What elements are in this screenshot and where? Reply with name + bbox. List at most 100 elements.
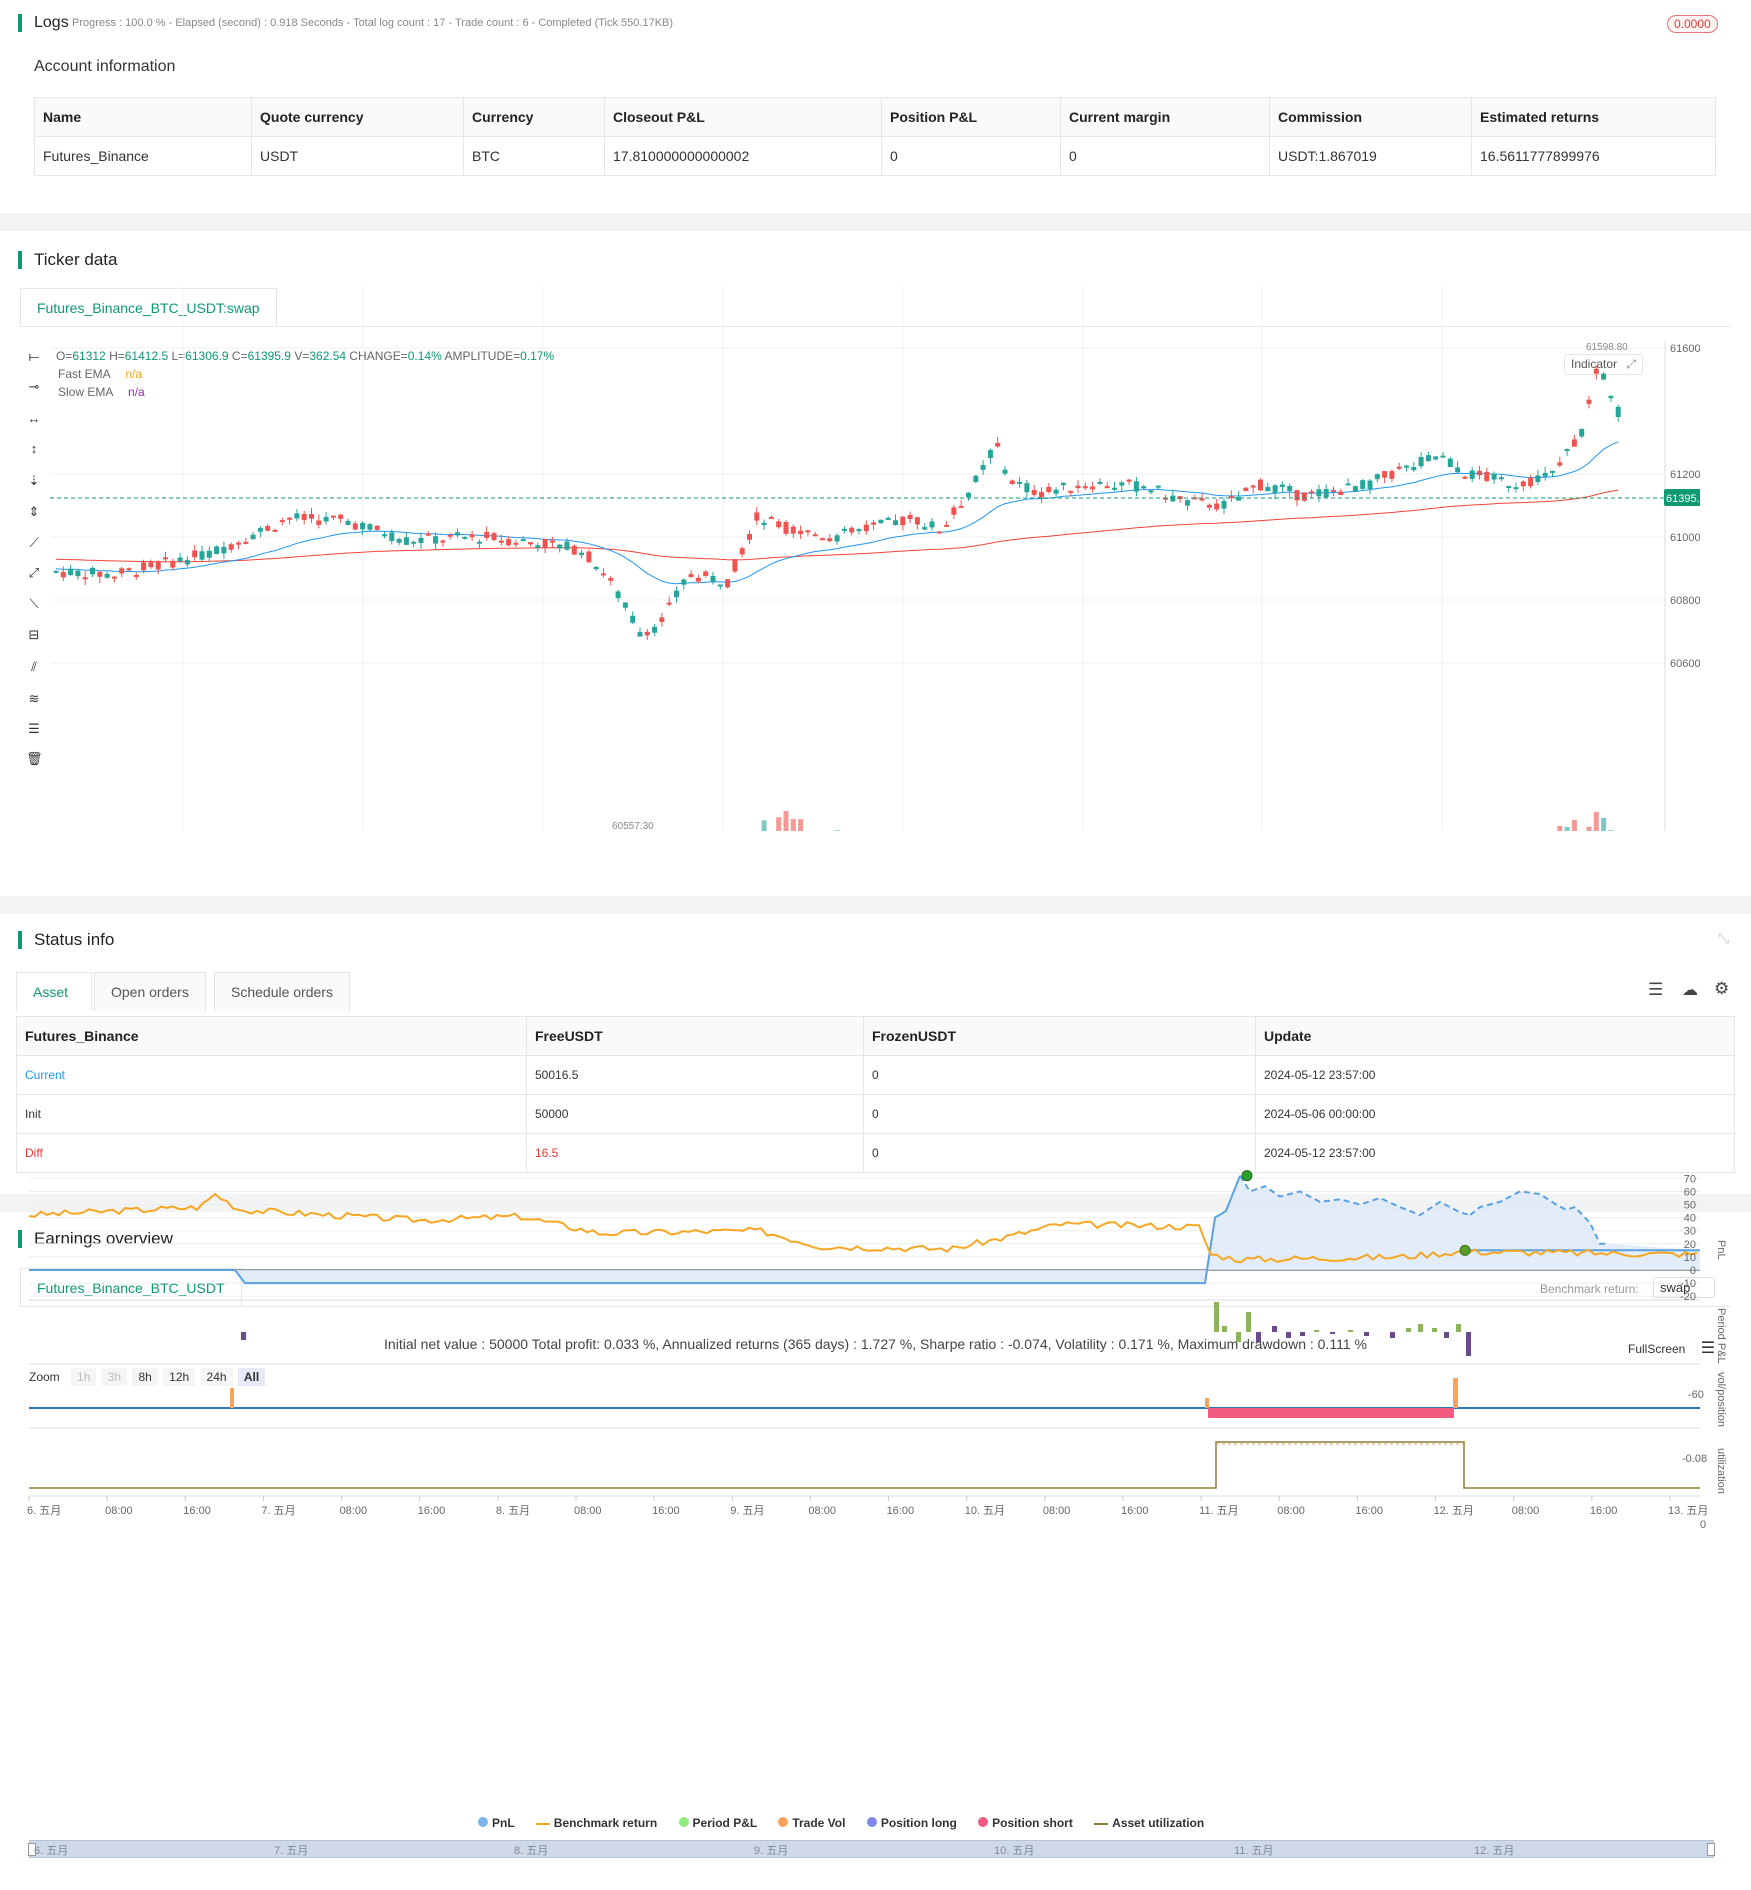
status-section: Status info ⤡ Asset Open orders Schedule… — [0, 914, 1751, 1194]
candle-body — [126, 568, 132, 571]
low-marker: 60557.30 — [612, 821, 654, 831]
candle-body — [987, 450, 993, 459]
x-tick-label: 08:00 — [1277, 1505, 1305, 1517]
candle-body — [1447, 458, 1453, 468]
legend-item-util[interactable]: Asset utilization — [1094, 1816, 1204, 1830]
candle-body — [513, 542, 519, 545]
navigator-tick-label: 6. 五月 — [34, 1845, 69, 1857]
candle-body — [1557, 462, 1563, 466]
chart-grid — [50, 286, 1665, 831]
period-pnl-bar — [1348, 1330, 1353, 1332]
candle-body — [148, 562, 154, 568]
x-tick-label: 12. 五月 — [1434, 1505, 1474, 1517]
candle-body — [1367, 480, 1373, 490]
candle-body — [725, 579, 731, 588]
axis-title-period: Period P&L — [1715, 1308, 1727, 1364]
candle-body — [688, 574, 694, 578]
candle-body — [228, 544, 234, 550]
candle-body — [97, 571, 103, 577]
candle-body — [294, 513, 300, 519]
candle-body — [1433, 456, 1439, 460]
legend-item-pnl[interactable]: PnL — [478, 1816, 514, 1830]
candle-body — [1440, 455, 1446, 458]
asset-table: Futures_Binance FreeUSDT FrozenUSDT Upda… — [16, 1016, 1735, 1173]
table-row: Init 50000 0 2024-05-06 00:00:00 — [16, 1094, 1735, 1134]
period-pnl-bar — [1456, 1324, 1461, 1332]
price-tick-label: 60800.00 — [1670, 595, 1700, 607]
candle-body — [863, 524, 869, 532]
cloud-download-icon[interactable]: ☁ — [1682, 980, 1698, 1000]
candle-body — [601, 573, 606, 576]
navigator-tick-label: 11. 五月 — [1234, 1845, 1274, 1857]
candle-body — [1608, 395, 1614, 399]
price-tick-label: 61000.00 — [1670, 532, 1700, 544]
legend-line-icon — [1094, 1822, 1109, 1825]
navigator-tick-label: 7. 五月 — [274, 1845, 309, 1857]
candle-body — [396, 538, 402, 543]
candle-body — [973, 475, 979, 482]
candle-body — [1535, 475, 1541, 483]
volume-bar — [1571, 819, 1577, 831]
candle-body — [776, 521, 782, 528]
legend-label: Trade Vol — [792, 1816, 846, 1830]
tab-open-orders[interactable]: Open orders — [94, 972, 206, 1011]
legend-item-short[interactable]: Position short — [978, 1816, 1073, 1830]
max-pnl-marker — [1241, 1170, 1253, 1182]
candle-body — [1477, 470, 1482, 476]
candle-body — [1265, 487, 1271, 492]
legend-item-long[interactable]: Position long — [866, 1816, 957, 1830]
candle-body — [1323, 489, 1329, 498]
x-tick-label: 16:00 — [418, 1505, 446, 1517]
candle-body — [1484, 471, 1490, 481]
candle-body — [659, 617, 665, 622]
table-cell: 0 — [863, 1094, 1256, 1134]
candle-body — [907, 514, 913, 520]
candle-body — [141, 562, 147, 571]
pnl-tick-label: 10 — [1684, 1252, 1696, 1264]
settings-icon[interactable]: ⚙ — [1714, 979, 1729, 999]
earnings-section: Earnings overview Futures_Binance_BTC_US… — [0, 1170, 1751, 1890]
candle-body — [586, 551, 592, 563]
candle-body — [827, 538, 833, 542]
logs-badge[interactable]: 0.0000 — [1667, 15, 1718, 33]
candle-body — [1053, 489, 1059, 494]
earnings-chart[interactable]: 706050403020100-10-20 6. 五月 08:00 16:00 7. … — [0, 1166, 1751, 1644]
account-header: Position P&L — [881, 97, 1061, 137]
candlestick-chart[interactable]: 61600.00 61200.00 61000.00 60800.00 60600.00… — [0, 231, 1700, 831]
tab-schedule-orders[interactable]: Schedule orders — [214, 972, 350, 1011]
legend-item-benchmark[interactable]: Benchmark return — [535, 1816, 657, 1830]
candle-body — [199, 551, 205, 560]
candle-body — [1593, 368, 1599, 374]
candle-body — [1579, 428, 1585, 437]
asset-header: Futures_Binance — [16, 1016, 527, 1056]
candle-body — [440, 540, 446, 543]
candle-body — [301, 514, 307, 520]
candle-body — [170, 560, 176, 568]
candle-body — [666, 602, 672, 605]
tab-asset[interactable]: Asset — [16, 972, 92, 1011]
candle-body — [681, 579, 687, 585]
list-icon[interactable]: ☰ — [1648, 980, 1663, 1000]
legend-label: Position short — [992, 1816, 1073, 1830]
candle-body — [309, 514, 314, 519]
legend-label: Period P&L — [692, 1816, 757, 1830]
candle-body — [1345, 483, 1351, 486]
candle-body — [798, 530, 804, 535]
navigator-scrollbar[interactable]: 6. 五月 7. 五月 8. 五月 9. 五月 10. 五月 11. 五月 12. 五月 — [28, 1840, 1715, 1858]
candle-body — [1090, 486, 1096, 490]
price-tick-label: 60600.00 — [1670, 658, 1700, 670]
collapse-icon[interactable]: ⤡ — [1718, 930, 1729, 947]
x-tick-label: 9. 五月 — [730, 1505, 764, 1517]
candle-body — [1542, 472, 1548, 477]
candle-body — [287, 517, 293, 520]
legend-label: PnL — [492, 1816, 515, 1830]
navigator-right-handle[interactable] — [1707, 1843, 1715, 1856]
earnings-legend: PnL Benchmark return Period P&L Trade Vo… — [478, 1816, 1204, 1830]
legend-item-period[interactable]: Period P&L — [678, 1816, 757, 1830]
volume-bar — [783, 810, 789, 831]
price-tick-label: 61200.00 — [1670, 469, 1700, 481]
volume-bar — [761, 820, 767, 831]
legend-item-tradevol[interactable]: Trade Vol — [778, 1816, 845, 1830]
candle-body — [382, 534, 387, 537]
candle-body — [717, 584, 723, 587]
